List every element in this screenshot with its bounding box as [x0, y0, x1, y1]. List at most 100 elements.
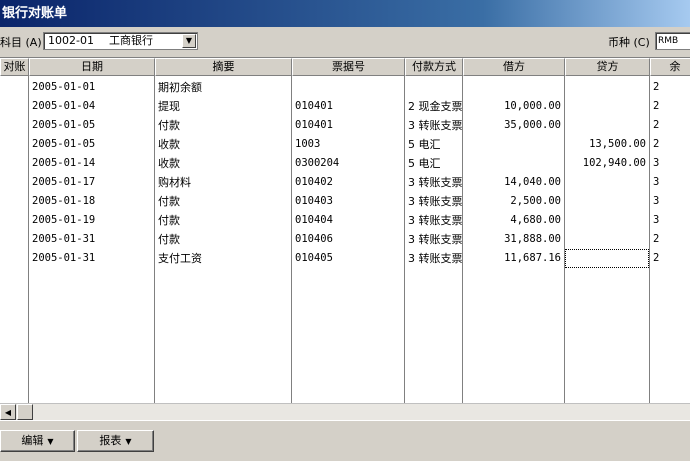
cell-summary[interactable]: 付款 — [155, 211, 291, 230]
table-row[interactable]: 2005-01-19 付款 010404 3 转账支票 4,680.00 3 — [0, 211, 690, 230]
cell-summary[interactable]: 期初余额 — [155, 78, 291, 97]
cell-voucher-no[interactable]: 010402 — [292, 173, 404, 192]
cell-balance[interactable]: 2 — [650, 230, 690, 249]
cell-date[interactable]: 2005-01-19 — [29, 211, 154, 230]
cell-debit[interactable]: 2,500.00 — [463, 192, 564, 211]
chevron-down-icon[interactable]: ▼ — [182, 34, 196, 48]
cell-summary[interactable]: 购材料 — [155, 173, 291, 192]
cell-summary[interactable]: 付款 — [155, 192, 291, 211]
cell-payment-method[interactable]: 3 转账支票 — [405, 192, 462, 211]
cell-payment-method[interactable]: 3 转账支票 — [405, 116, 462, 135]
cell-reconcile[interactable] — [0, 154, 28, 173]
cell-debit[interactable]: 11,687.16 — [463, 249, 564, 268]
cell-credit[interactable]: 13,500.00 — [565, 135, 649, 154]
cell-summary[interactable]: 收款 — [155, 154, 291, 173]
cell-date[interactable]: 2005-01-18 — [29, 192, 154, 211]
cell-payment-method[interactable]: 3 转账支票 — [405, 211, 462, 230]
cell-date[interactable]: 2005-01-04 — [29, 97, 154, 116]
cell-date[interactable]: 2005-01-05 — [29, 116, 154, 135]
cell-debit[interactable] — [463, 78, 564, 97]
column-header-balance[interactable]: 余 — [650, 58, 690, 76]
table-row[interactable]: 2005-01-14 收款 0300204 5 电汇 102,940.00 3 — [0, 154, 690, 173]
cell-reconcile[interactable] — [0, 116, 28, 135]
cell-credit[interactable] — [565, 97, 649, 116]
cell-balance[interactable]: 2 — [650, 135, 690, 154]
cell-reconcile[interactable] — [0, 173, 28, 192]
report-button[interactable]: 报表 ▼ — [77, 430, 154, 452]
cell-reconcile[interactable] — [0, 230, 28, 249]
column-header-credit[interactable]: 贷方 — [565, 58, 650, 76]
cell-payment-method[interactable]: 5 电汇 — [405, 154, 462, 173]
table-row[interactable]: 2005-01-18 付款 010403 3 转账支票 2,500.00 3 — [0, 192, 690, 211]
cell-payment-method[interactable]: 3 转账支票 — [405, 249, 462, 268]
cell-reconcile[interactable] — [0, 192, 28, 211]
cell-reconcile[interactable] — [0, 78, 28, 97]
cell-voucher-no[interactable]: 010405 — [292, 249, 404, 268]
cell-reconcile[interactable] — [0, 135, 28, 154]
column-header-reconcile[interactable]: 对账 — [0, 58, 29, 76]
cell-voucher-no[interactable]: 010403 — [292, 192, 404, 211]
cell-voucher-no[interactable] — [292, 78, 404, 97]
cell-summary[interactable]: 付款 — [155, 230, 291, 249]
cell-summary[interactable]: 支付工资 — [155, 249, 291, 268]
cell-balance[interactable]: 3 — [650, 154, 690, 173]
cell-date[interactable]: 2005-01-17 — [29, 173, 154, 192]
cell-debit[interactable] — [463, 154, 564, 173]
column-header-payment-method[interactable]: 付款方式 — [405, 58, 463, 76]
cell-summary[interactable]: 提现 — [155, 97, 291, 116]
cell-credit[interactable] — [565, 249, 649, 268]
cell-date[interactable]: 2005-01-01 — [29, 78, 154, 97]
cell-payment-method[interactable]: 2 现金支票 — [405, 97, 462, 116]
cell-credit[interactable]: 102,940.00 — [565, 154, 649, 173]
cell-voucher-no[interactable]: 010401 — [292, 97, 404, 116]
cell-voucher-no[interactable]: 010401 — [292, 116, 404, 135]
table-row[interactable]: 2005-01-31 付款 010406 3 转账支票 31,888.00 2 — [0, 230, 690, 249]
cell-reconcile[interactable] — [0, 211, 28, 230]
cell-date[interactable]: 2005-01-05 — [29, 135, 154, 154]
cell-reconcile[interactable] — [0, 249, 28, 268]
table-row[interactable]: 2005-01-04 提现 010401 2 现金支票 10,000.00 2 — [0, 97, 690, 116]
cell-credit[interactable] — [565, 116, 649, 135]
column-header-voucher-no[interactable]: 票据号 — [292, 58, 405, 76]
cell-voucher-no[interactable]: 1003 — [292, 135, 404, 154]
table-row[interactable]: 2005-01-01 期初余额 2 — [0, 78, 690, 97]
horizontal-scrollbar[interactable]: ◀ — [0, 403, 690, 420]
cell-debit[interactable]: 10,000.00 — [463, 97, 564, 116]
cell-summary[interactable]: 付款 — [155, 116, 291, 135]
cell-balance[interactable]: 3 — [650, 192, 690, 211]
cell-voucher-no[interactable]: 0300204 — [292, 154, 404, 173]
cell-balance[interactable]: 2 — [650, 78, 690, 97]
cell-debit[interactable] — [463, 135, 564, 154]
cell-voucher-no[interactable]: 010406 — [292, 230, 404, 249]
cell-credit[interactable] — [565, 173, 649, 192]
cell-voucher-no[interactable]: 010404 — [292, 211, 404, 230]
cell-date[interactable]: 2005-01-14 — [29, 154, 154, 173]
cell-reconcile[interactable] — [0, 97, 28, 116]
edit-button[interactable]: 编辑 ▼ — [0, 430, 75, 452]
column-header-date[interactable]: 日期 — [29, 58, 155, 76]
cell-debit[interactable]: 14,040.00 — [463, 173, 564, 192]
cell-balance[interactable]: 2 — [650, 249, 690, 268]
cell-balance[interactable]: 3 — [650, 173, 690, 192]
table-row[interactable]: 2005-01-31 支付工资 010405 3 转账支票 11,687.16 2 — [0, 249, 690, 268]
cell-balance[interactable]: 3 — [650, 211, 690, 230]
cell-summary[interactable]: 收款 — [155, 135, 291, 154]
column-header-summary[interactable]: 摘要 — [155, 58, 292, 76]
cell-payment-method[interactable]: 3 转账支票 — [405, 230, 462, 249]
cell-balance[interactable]: 2 — [650, 97, 690, 116]
table-row[interactable]: 2005-01-17 购材料 010402 3 转账支票 14,040.00 3 — [0, 173, 690, 192]
table-row[interactable]: 2005-01-05 收款 1003 5 电汇 13,500.00 2 — [0, 135, 690, 154]
cell-payment-method[interactable]: 5 电汇 — [405, 135, 462, 154]
cell-credit[interactable] — [565, 192, 649, 211]
cell-credit[interactable] — [565, 211, 649, 230]
cell-date[interactable]: 2005-01-31 — [29, 249, 154, 268]
table-row[interactable]: 2005-01-05 付款 010401 3 转账支票 35,000.00 2 — [0, 116, 690, 135]
cell-debit[interactable]: 4,680.00 — [463, 211, 564, 230]
column-header-debit[interactable]: 借方 — [463, 58, 565, 76]
cell-debit[interactable]: 31,888.00 — [463, 230, 564, 249]
scroll-thumb[interactable] — [17, 404, 33, 420]
cell-debit[interactable]: 35,000.00 — [463, 116, 564, 135]
currency-combobox[interactable]: RMB — [655, 32, 690, 50]
statement-grid[interactable]: 对账 日期 摘要 票据号 付款方式 借方 贷方余 2005-01-01 期初余额 2 2005-01… — [0, 57, 690, 404]
account-combobox[interactable]: 1002-01 工商银行 ▼ — [43, 32, 198, 50]
